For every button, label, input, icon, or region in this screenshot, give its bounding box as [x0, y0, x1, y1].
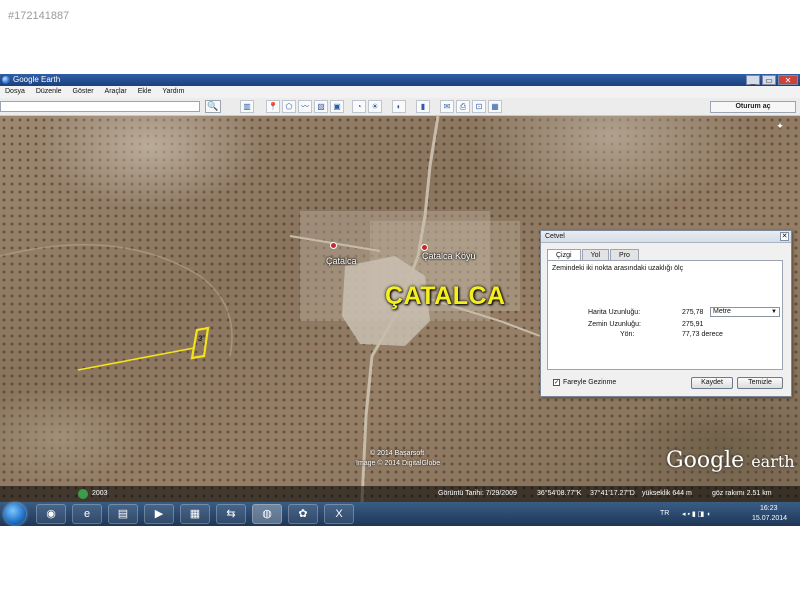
- placemark-catalca[interactable]: [330, 242, 337, 249]
- heading-value: 77,73 derece: [682, 331, 723, 338]
- placemark-catalca-koyu[interactable]: [421, 244, 428, 251]
- signin-button[interactable]: Oturum aç: [710, 101, 796, 113]
- title-bar: Google Earth _ ▭ ✕: [0, 74, 800, 86]
- language-indicator[interactable]: TR: [660, 510, 669, 517]
- taskbar-paint-icon[interactable]: ✿: [288, 504, 318, 524]
- eye-altitude: göz rakımı 2.51 km: [712, 490, 772, 497]
- toolbar: 🔍 ▥ 📍 ⬠ 〰 ▧ ▣ ◔ ☀ ◐ ▮ ✉ ⎙ ⊡ ▦ Oturum aç: [0, 98, 800, 116]
- menu-file[interactable]: Dosya: [5, 86, 25, 98]
- taskbar-chrome-icon[interactable]: ◉: [36, 504, 66, 524]
- sunlight-icon[interactable]: ☀: [368, 100, 382, 113]
- clock-time[interactable]: 16:23: [760, 505, 778, 512]
- status-bar: 2003 Görüntü Tarihi: 7/29/2009 36°54'08.…: [0, 486, 800, 502]
- menu-view[interactable]: Göster: [73, 86, 94, 98]
- label-catalca-koyu: Çatalca Köyü: [422, 251, 476, 261]
- map-length-value: 275,78: [682, 309, 704, 316]
- measure-line: [77, 347, 195, 371]
- sidebar-toggle-icon[interactable]: ▥: [240, 100, 254, 113]
- menu-add[interactable]: Ekle: [138, 86, 152, 98]
- historical-year-icon[interactable]: [78, 489, 88, 499]
- taskbar-ie-icon[interactable]: e: [72, 504, 102, 524]
- print-icon[interactable]: ⎙: [456, 100, 470, 113]
- search-input[interactable]: [0, 101, 200, 112]
- google-earth-logo: Google earth: [666, 448, 795, 473]
- window-title: Google Earth: [13, 75, 61, 84]
- ruler-icon[interactable]: ▮: [416, 100, 430, 113]
- clear-button[interactable]: Temizle: [737, 377, 783, 389]
- imagery-date: Görüntü Tarihi: 7/29/2009: [438, 490, 517, 497]
- ruler-title: Cetvel: [541, 231, 791, 243]
- menu-edit[interactable]: Düzenle: [36, 86, 62, 98]
- tray-icons[interactable]: ◂ ▪ ▮ ◨ ◖: [682, 510, 710, 518]
- mouse-nav-checkbox[interactable]: ✓: [553, 379, 560, 386]
- start-button[interactable]: [4, 503, 26, 525]
- email-icon[interactable]: ✉: [440, 100, 454, 113]
- save-image-icon[interactable]: ⊡: [472, 100, 486, 113]
- view-in-maps-icon[interactable]: ▦: [488, 100, 502, 113]
- menu-help[interactable]: Yardım: [162, 86, 184, 98]
- taskbar-google-earth-icon[interactable]: ◍: [252, 504, 282, 524]
- minimize-button[interactable]: _: [746, 75, 760, 85]
- longitude: 37°41'17.27"D: [590, 490, 635, 497]
- copyright-basarsoft: © 2014 Başarsoft: [370, 450, 425, 457]
- taskbar-calculator-icon[interactable]: ▦: [180, 504, 210, 524]
- copyright-digitalglobe: Image © 2014 DigitalGlobe: [356, 460, 441, 467]
- taskbar-teamviewer-icon[interactable]: ⇆: [216, 504, 246, 524]
- taskbar-explorer-icon[interactable]: ▤: [108, 504, 138, 524]
- elevation: yükseklik 644 m: [642, 490, 692, 497]
- taskbar-media-icon[interactable]: ▶: [144, 504, 174, 524]
- label-catalca: Çatalca: [326, 256, 357, 266]
- ground-length-label: Zemin Uzunluğu:: [588, 321, 641, 328]
- save-button[interactable]: Kaydet: [691, 377, 733, 389]
- path-icon[interactable]: 〰: [298, 100, 312, 113]
- restore-button[interactable]: ▭: [762, 75, 776, 85]
- mouse-nav-label: Fareyle Gezinme: [563, 379, 617, 386]
- record-tour-icon[interactable]: ▣: [330, 100, 344, 113]
- placemark-icon[interactable]: 📍: [266, 100, 280, 113]
- taskbar-excel-icon[interactable]: X: [324, 504, 354, 524]
- close-button[interactable]: ✕: [778, 75, 798, 85]
- logo-earth: earth: [751, 452, 795, 471]
- planets-icon[interactable]: ◐: [392, 100, 406, 113]
- latitude: 36°54'08.77"K: [537, 490, 582, 497]
- menu-tools[interactable]: Araçlar: [105, 86, 127, 98]
- heading-label: Yön:: [620, 331, 635, 338]
- navigation-control-icon[interactable]: ✦: [774, 120, 786, 132]
- ruler-panel: Zemindeki iki nokta arasındaki uzaklığı …: [547, 260, 783, 370]
- unit-select[interactable]: Metre ▼: [710, 307, 780, 317]
- search-icon[interactable]: 🔍: [205, 100, 221, 113]
- map-length-label: Harita Uzunluğu:: [588, 309, 641, 316]
- ruler-instruction: Zemindeki iki nokta arasındaki uzaklığı …: [552, 265, 684, 272]
- ground-length-value: 275,91: [682, 321, 704, 328]
- taskbar: ◉ e ▤ ▶ ▦ ⇆ ◍ ✿ X TR ◂ ▪ ▮ ◨ ◖ 16:23 15.…: [0, 502, 800, 526]
- google-earth-window: Google Earth _ ▭ ✕ Dosya Düzenle Göster …: [0, 74, 800, 502]
- listing-id: #172141887: [8, 10, 70, 22]
- chevron-down-icon: ▼: [771, 309, 777, 315]
- label-catalca-big: ÇATALCA: [385, 282, 506, 310]
- historical-year: 2003: [92, 490, 108, 497]
- clock-date[interactable]: 15.07.2014: [752, 515, 787, 522]
- image-overlay-icon[interactable]: ▧: [314, 100, 328, 113]
- google-earth-icon: [2, 76, 10, 84]
- unit-select-value: Metre: [713, 308, 731, 315]
- polygon-icon[interactable]: ⬠: [282, 100, 296, 113]
- ruler-close-button[interactable]: ✕: [780, 232, 789, 241]
- historical-imagery-icon[interactable]: ◔: [352, 100, 366, 113]
- menu-bar: Dosya Düzenle Göster Araçlar Ekle Yardım: [0, 86, 800, 98]
- ruler-dialog: Cetvel ✕ Çizgi Yol Pro Zemindeki iki nok…: [540, 230, 792, 397]
- logo-google: Google: [666, 448, 745, 473]
